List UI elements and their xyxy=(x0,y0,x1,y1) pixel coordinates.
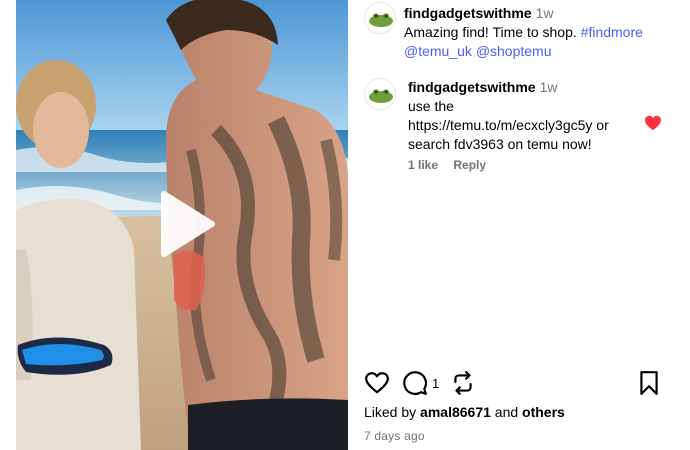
caption-text: findgadgetswithme 1w Amazing find! Time t… xyxy=(404,4,666,61)
comment-username[interactable]: findgadgetswithme xyxy=(408,79,536,95)
caption-time: 1w xyxy=(535,5,554,21)
avatar[interactable] xyxy=(364,78,396,110)
avatar[interactable] xyxy=(364,2,396,34)
like-button[interactable] xyxy=(364,370,390,398)
play-button[interactable] xyxy=(154,188,218,260)
heart-outline-icon xyxy=(365,372,389,394)
post-actions: 1 xyxy=(360,370,660,400)
mention-link[interactable]: @shoptemu xyxy=(476,43,552,59)
post-video[interactable] xyxy=(16,0,348,450)
frog-avatar-icon xyxy=(365,79,395,109)
right-margin xyxy=(680,0,690,450)
liked-by-others[interactable]: others xyxy=(522,404,565,420)
left-margin xyxy=(0,0,16,450)
post-age[interactable]: 7 days ago xyxy=(364,429,425,443)
comment-bubble-icon xyxy=(403,371,427,395)
comment-text: findgadgetswithme 1w use the https://temu… xyxy=(408,78,640,154)
comment-line: search fdv3963 on temu now! xyxy=(408,136,592,152)
comment-line: https://temu.to/m/ecxcly3gc5y or xyxy=(408,117,609,133)
save-button[interactable] xyxy=(636,370,662,398)
comment-likes-link[interactable]: 1 like xyxy=(408,158,438,172)
caption-body: Amazing find! Time to shop. xyxy=(404,24,577,40)
heart-filled-icon xyxy=(645,115,661,131)
caption-username[interactable]: findgadgetswithme xyxy=(404,5,532,21)
comment-like-button[interactable] xyxy=(644,115,662,131)
play-icon xyxy=(161,191,215,257)
mention-link[interactable]: @temu_uk xyxy=(404,43,472,59)
repost-icon xyxy=(454,371,472,395)
reply-button[interactable]: Reply xyxy=(453,158,486,172)
liked-by-connector: and xyxy=(494,404,519,420)
comment-meta: 1 like Reply xyxy=(408,158,486,172)
liked-by-line: Liked by amal86671 and others xyxy=(364,404,565,420)
comments-panel: findgadgetswithme 1w Amazing find! Time t… xyxy=(348,0,680,450)
bookmark-icon xyxy=(640,371,658,395)
liked-by-prefix: Liked by xyxy=(364,404,417,420)
comment-button[interactable] xyxy=(402,370,428,398)
comment-time: 1w xyxy=(539,79,558,95)
comment-line: use the xyxy=(408,98,454,114)
repost-button[interactable] xyxy=(450,370,476,398)
liked-by-user[interactable]: amal86671 xyxy=(420,404,491,420)
comment-count: 1 xyxy=(432,376,440,391)
hashtag-link[interactable]: #findmore xyxy=(581,24,643,40)
frog-avatar-icon xyxy=(365,3,395,33)
